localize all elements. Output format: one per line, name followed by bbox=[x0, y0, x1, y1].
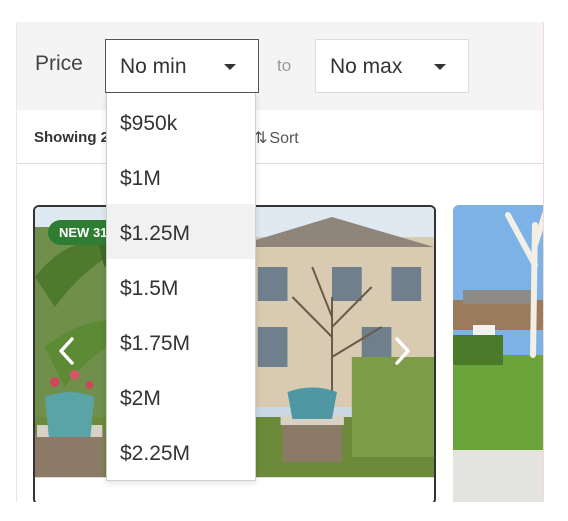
min-price-option[interactable]: $2.25M bbox=[107, 424, 255, 479]
min-price-option[interactable]: $1M bbox=[107, 149, 255, 204]
min-price-option[interactable]: $950k bbox=[107, 94, 255, 149]
max-price-value: No max bbox=[330, 55, 403, 78]
price-filter-bar: Price No min to No max bbox=[17, 22, 543, 110]
price-label: Price bbox=[35, 52, 83, 75]
min-price-option[interactable]: $1.25M bbox=[107, 204, 255, 259]
next-photo-button[interactable] bbox=[390, 335, 414, 367]
results-count: Showing 2 bbox=[34, 129, 109, 146]
min-price-value: No min bbox=[120, 55, 187, 78]
to-label: to bbox=[277, 56, 292, 75]
min-price-option[interactable]: $1.5M bbox=[107, 259, 255, 314]
content-panel: Price No min to No max Showing 2 ⇅Sort bbox=[16, 22, 544, 502]
min-price-dropdown: $950k $1M $1.25M $1.5M $1.75M $2M $2.25M bbox=[106, 93, 256, 481]
results-bar: Showing 2 ⇅ Sort bbox=[17, 110, 543, 164]
min-price-option[interactable]: $2M bbox=[107, 369, 255, 424]
sort-label: Sort bbox=[269, 130, 299, 147]
chevron-right-icon bbox=[395, 337, 410, 365]
listings-page: Price No min to No max Showing 2 ⇅Sort bbox=[0, 0, 568, 521]
previous-photo-button[interactable] bbox=[55, 335, 79, 367]
chevron-left-icon bbox=[59, 337, 74, 365]
caret-down-icon bbox=[224, 64, 236, 70]
sort-arrows-icon: ⇅ bbox=[254, 130, 268, 147]
caret-down-icon bbox=[434, 64, 446, 70]
listing-photo bbox=[453, 205, 543, 502]
min-price-option[interactable]: $1.75M bbox=[107, 314, 255, 369]
sort-button[interactable]: ⇅ Sort bbox=[254, 128, 299, 148]
min-price-select[interactable]: No min bbox=[105, 39, 259, 93]
listing-card-next[interactable] bbox=[453, 205, 543, 502]
max-price-select[interactable]: No max bbox=[315, 39, 469, 93]
